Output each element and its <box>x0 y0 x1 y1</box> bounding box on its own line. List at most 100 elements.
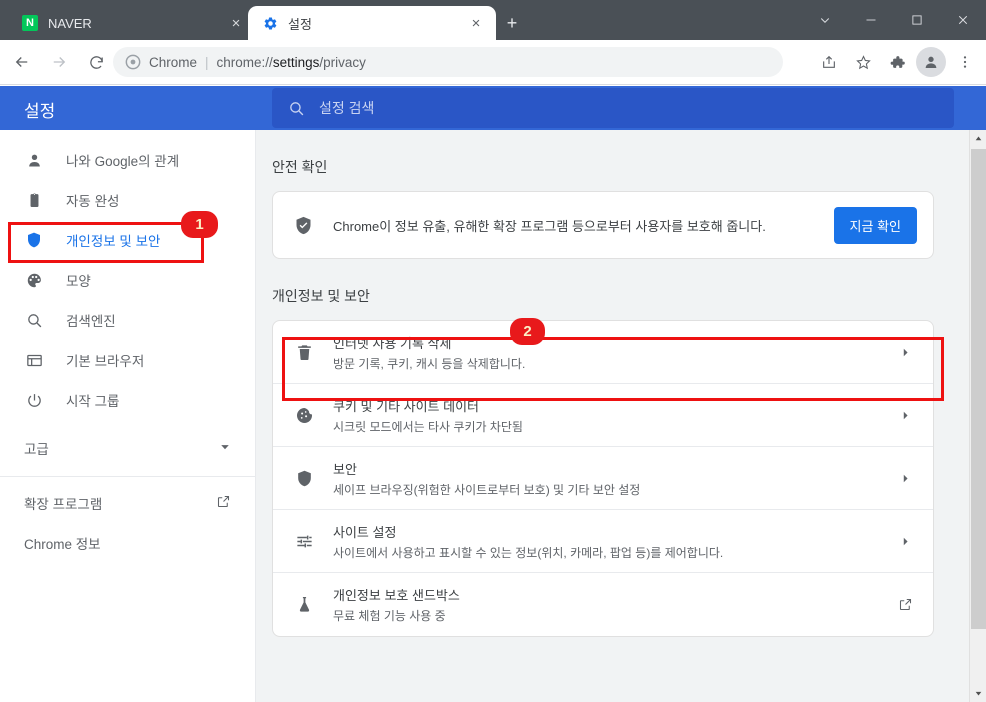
omnibox-separator: | <box>205 54 209 70</box>
site-settings-row[interactable]: 사이트 설정 사이트에서 사용하고 표시할 수 있는 정보(위치, 카메라, 팝… <box>273 510 933 573</box>
chevron-right-icon <box>895 536 915 547</box>
back-icon[interactable] <box>7 47 37 77</box>
close-icon[interactable]: × <box>466 13 486 33</box>
sidebar-item-label: 모양 <box>66 274 91 289</box>
row-subtitle: 무료 체험 기능 사용 중 <box>333 609 446 623</box>
sidebar-item-default-browser[interactable]: 기본 브라우저 <box>0 340 255 380</box>
row-text: 개인정보 보호 샌드박스 무료 체험 기능 사용 중 <box>333 585 877 624</box>
page-title: 설정 <box>24 102 56 121</box>
annotation-badge-1: 1 <box>181 211 218 238</box>
chrome-logo-icon <box>125 54 141 70</box>
security-row[interactable]: 보안 세이프 브라우징(위험한 사이트로부터 보호) 및 기타 보안 설정 <box>273 447 933 510</box>
minimize-icon[interactable] <box>848 0 894 40</box>
chevron-right-icon <box>895 473 915 484</box>
check-now-button[interactable]: 지금 확인 <box>833 206 917 244</box>
sidebar-item-extensions[interactable]: 확장 프로그램 <box>0 483 255 523</box>
sidebar-item-advanced[interactable]: 고급 <box>0 426 255 470</box>
row-title: 개인정보 보호 샌드박스 <box>333 588 460 603</box>
scroll-down-icon[interactable] <box>970 685 986 702</box>
sidebar-item-autofill[interactable]: 자동 완성 <box>0 180 255 220</box>
row-text: 쿠키 및 기타 사이트 데이터 시크릿 모드에서는 타사 쿠키가 차단됨 <box>333 396 877 435</box>
shield-check-icon <box>293 215 315 236</box>
close-icon[interactable] <box>940 0 986 40</box>
scrollbar-thumb[interactable] <box>971 149 986 629</box>
sidebar: 나와 Google의 관계 자동 완성 개인정보 및 보안 모양 검색엔진 기본… <box>0 130 256 702</box>
sidebar-item-label: Chrome 정보 <box>24 537 101 552</box>
safety-check-row: Chrome이 정보 유출, 유해한 확장 프로그램 등으로부터 사용자를 보호… <box>273 192 933 258</box>
scroll-up-icon[interactable] <box>970 130 986 147</box>
row-text: 사이트 설정 사이트에서 사용하고 표시할 수 있는 정보(위치, 카메라, 팝… <box>333 522 877 561</box>
bookmark-star-icon[interactable] <box>848 47 878 77</box>
omnibox-url: chrome://settings/privacy <box>217 55 366 70</box>
privacy-section-title: 개인정보 및 보안 <box>272 288 370 304</box>
reload-icon[interactable] <box>81 47 111 77</box>
row-subtitle: 방문 기록, 쿠키, 캐시 등을 삭제합니다. <box>333 356 526 371</box>
person-icon <box>24 150 44 170</box>
shield-icon <box>24 230 44 250</box>
cookies-row[interactable]: 쿠키 및 기타 사이트 데이터 시크릿 모드에서는 타사 쿠키가 차단됨 <box>273 384 933 447</box>
sidebar-item-label: 확장 프로그램 <box>24 497 103 512</box>
search-icon <box>24 310 44 330</box>
new-tab-button[interactable]: + <box>500 12 524 36</box>
sidebar-item-appearance[interactable]: 모양 <box>0 260 255 300</box>
tab-naver[interactable]: N NAVER × <box>8 6 256 40</box>
safety-check-text: Chrome이 정보 유출, 유해한 확장 프로그램 등으로부터 사용자를 보호… <box>333 218 766 234</box>
sidebar-item-label: 자동 완성 <box>66 194 120 209</box>
search-input[interactable]: 설정 검색 <box>272 88 954 128</box>
safety-check-card: Chrome이 정보 유출, 유해한 확장 프로그램 등으로부터 사용자를 보호… <box>272 191 934 259</box>
cookie-icon <box>293 406 315 425</box>
window-controls <box>802 0 986 40</box>
power-icon <box>24 390 44 410</box>
profile-avatar-icon[interactable] <box>916 47 946 77</box>
naver-icon: N <box>22 15 38 31</box>
shield-icon <box>293 469 315 488</box>
row-title: 사이트 설정 <box>333 524 397 540</box>
settings-content: 안전 확인 Chrome이 정보 유출, 유해한 확장 프로그램 등으로부터 사… <box>256 130 970 702</box>
url-path: /privacy <box>319 54 366 70</box>
privacy-sandbox-row[interactable]: 개인정보 보호 샌드박스 무료 체험 기능 사용 중 <box>273 573 933 636</box>
row-title: 보안 <box>333 461 357 477</box>
clear-browsing-data-row[interactable]: 인터넷 사용 기록 삭제 방문 기록, 쿠키, 캐시 등을 삭제합니다. <box>273 321 933 384</box>
chevron-right-icon <box>895 410 915 421</box>
sidebar-divider <box>0 476 255 477</box>
tab-title: NAVER <box>48 15 92 31</box>
sliders-icon <box>293 532 315 551</box>
more-vertical-icon[interactable] <box>950 47 980 77</box>
trash-icon <box>293 343 315 362</box>
toolbar-actions <box>812 47 982 77</box>
sidebar-item-about-chrome[interactable]: Chrome 정보 <box>0 523 255 563</box>
external-link-icon <box>216 494 231 512</box>
row-title: 쿠키 및 기타 사이트 데이터 <box>333 398 480 414</box>
tab-settings[interactable]: 설정 × <box>248 6 496 40</box>
chevron-right-icon <box>895 347 915 358</box>
sidebar-item-label: 시작 그룹 <box>66 394 120 409</box>
tab-search-chevron-icon[interactable] <box>802 0 848 40</box>
sidebar-item-label: 나와 Google의 관계 <box>66 154 180 169</box>
row-text: 인터넷 사용 기록 삭제 방문 기록, 쿠키, 캐시 등을 삭제합니다. <box>333 333 877 372</box>
sidebar-item-startup[interactable]: 시작 그룹 <box>0 380 255 420</box>
vertical-scrollbar[interactable] <box>969 130 986 702</box>
flask-icon <box>293 595 315 614</box>
gear-icon <box>262 15 278 31</box>
extensions-puzzle-icon[interactable] <box>882 47 912 77</box>
row-text: 보안 세이프 브라우징(위험한 사이트로부터 보호) 및 기타 보안 설정 <box>333 459 877 498</box>
sidebar-item-search-engine[interactable]: 검색엔진 <box>0 300 255 340</box>
tab-strip: N NAVER × 설정 × + <box>0 0 986 40</box>
sidebar-item-label: 고급 <box>24 442 49 457</box>
forward-icon <box>44 47 74 77</box>
row-title: 인터넷 사용 기록 삭제 <box>333 335 452 351</box>
sidebar-item-label: 기본 브라우저 <box>66 354 145 369</box>
tab-title: 설정 <box>288 16 312 32</box>
browser-toolbar: Chrome | chrome://settings/privacy <box>0 40 986 85</box>
row-subtitle: 시크릿 모드에서는 타사 쿠키가 차단됨 <box>333 419 523 434</box>
settings-body: 나와 Google의 관계 자동 완성 개인정보 및 보안 모양 검색엔진 기본… <box>0 130 986 702</box>
palette-icon <box>24 270 44 290</box>
safety-check-title: 안전 확인 <box>272 159 328 175</box>
share-icon[interactable] <box>814 47 844 77</box>
close-icon[interactable]: × <box>226 13 246 33</box>
address-bar[interactable]: Chrome | chrome://settings/privacy <box>113 47 783 77</box>
row-subtitle: 사이트에서 사용하고 표시할 수 있는 정보(위치, 카메라, 팝업 등)를 제… <box>333 545 724 560</box>
sidebar-item-google-account[interactable]: 나와 Google의 관계 <box>0 140 255 180</box>
maximize-icon[interactable] <box>894 0 940 40</box>
url-prefix: chrome:// <box>216 54 273 70</box>
